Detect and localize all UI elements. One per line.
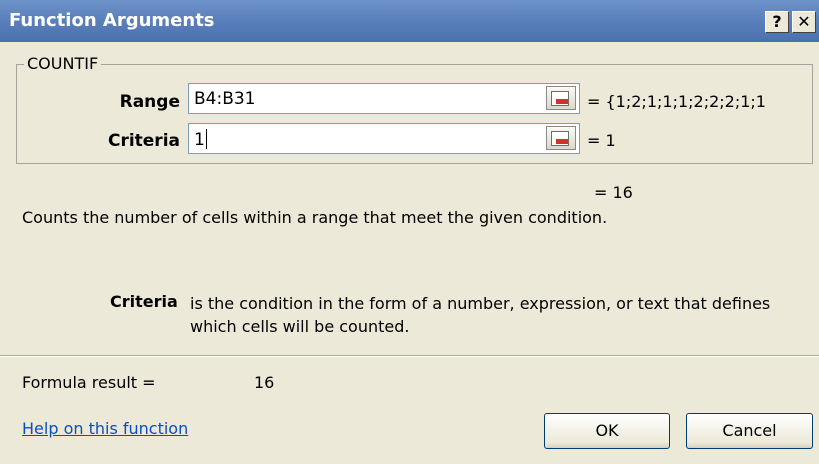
help-button[interactable]: ? bbox=[765, 11, 789, 33]
criteria-evaluated-value: = 1 bbox=[587, 131, 616, 150]
function-total-result: = 16 bbox=[594, 183, 633, 202]
cancel-button[interactable]: Cancel bbox=[686, 413, 813, 449]
range-input[interactable]: B4:B31 bbox=[188, 83, 580, 114]
separator bbox=[0, 355, 819, 357]
criteria-input-value: 1 bbox=[194, 130, 205, 150]
criteria-input[interactable]: 1 bbox=[188, 123, 580, 154]
formula-result-value: 16 bbox=[254, 373, 275, 392]
text-cursor bbox=[205, 129, 207, 149]
range-collapse-dialog-icon[interactable] bbox=[546, 86, 576, 110]
range-label: Range bbox=[119, 92, 180, 112]
ok-button[interactable]: OK bbox=[544, 413, 670, 449]
range-input-value: B4:B31 bbox=[194, 89, 256, 109]
title-bar: Function Arguments ? ✕ bbox=[0, 0, 819, 42]
help-on-function-link[interactable]: Help on this function bbox=[22, 419, 188, 438]
criteria-label: Criteria bbox=[107, 131, 180, 151]
criteria-collapse-dialog-icon[interactable] bbox=[546, 126, 576, 150]
close-button[interactable]: ✕ bbox=[792, 11, 816, 33]
window-title: Function Arguments bbox=[9, 10, 215, 31]
range-evaluated-value: = {1;2;1;1;1;2;2;2;1;1 bbox=[587, 92, 766, 111]
help-argument-text: is the condition in the form of a number… bbox=[190, 294, 771, 336]
formula-result-label: Formula result = bbox=[22, 373, 156, 392]
function-name: COUNTIF bbox=[24, 54, 102, 73]
function-description: Counts the number of cells within a rang… bbox=[22, 208, 608, 227]
help-argument-name: Criteria bbox=[110, 292, 178, 311]
